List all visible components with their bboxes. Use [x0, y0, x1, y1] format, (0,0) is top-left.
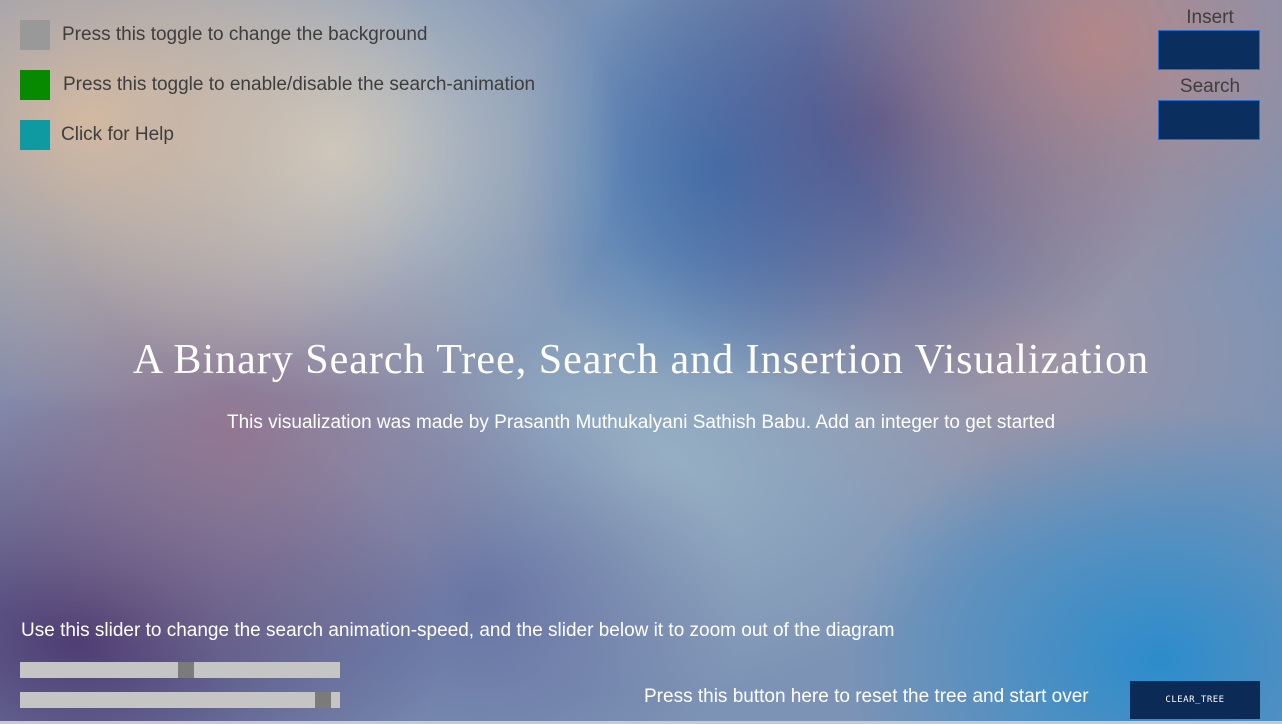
- clear-tree-button[interactable]: CLEAR_TREE: [1130, 681, 1260, 719]
- help-toggle-label: Click for Help: [61, 124, 174, 145]
- animation-toggle-row: Press this toggle to enable/disable the …: [20, 70, 535, 100]
- slider-help-text: Use this slider to change the search ani…: [21, 620, 895, 641]
- insert-label: Insert: [1186, 7, 1234, 28]
- background-toggle-row: Press this toggle to change the backgrou…: [20, 20, 427, 50]
- background-toggle[interactable]: [20, 20, 50, 50]
- help-toggle[interactable]: [20, 120, 50, 150]
- zoom-slider-thumb[interactable]: [315, 692, 331, 708]
- reset-help-text: Press this button here to reset the tree…: [644, 686, 1089, 707]
- animation-speed-slider[interactable]: [20, 662, 340, 678]
- insert-search-panel: Insert Search: [1158, 0, 1262, 142]
- help-toggle-row: Click for Help: [20, 120, 174, 150]
- background-toggle-label: Press this toggle to change the backgrou…: [62, 24, 428, 45]
- search-animation-toggle-label: Press this toggle to enable/disable the …: [63, 74, 536, 95]
- insert-input[interactable]: [1158, 30, 1260, 70]
- search-animation-toggle[interactable]: [20, 70, 50, 100]
- animation-speed-slider-thumb[interactable]: [178, 662, 194, 678]
- page-subtitle: This visualization was made by Prasanth …: [226, 412, 1056, 433]
- page-title: A Binary Search Tree, Search and Inserti…: [132, 337, 1150, 383]
- search-label: Search: [1179, 76, 1241, 97]
- zoom-slider[interactable]: [20, 692, 340, 708]
- search-input[interactable]: [1158, 100, 1260, 140]
